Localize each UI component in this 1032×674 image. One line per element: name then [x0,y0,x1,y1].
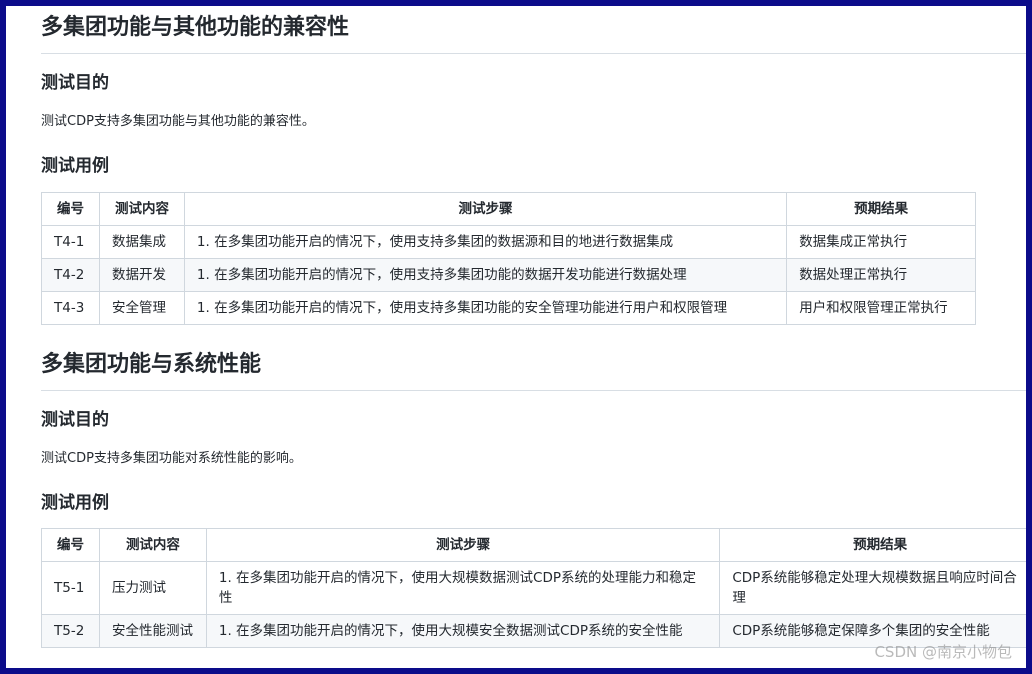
cell-id: T5-1 [41,561,100,615]
cases-heading: 测试用例 [41,156,109,176]
section-heading: 多集团功能与系统性能 [41,350,1026,391]
cell-content: 安全管理 [98,291,185,325]
cell-steps: 1. 在多集团功能开启的情况下，使用支持多集团功能的数据开发功能进行数据处理 [183,258,788,292]
col-header: 编号 [41,192,100,226]
col-header: 测试步骤 [205,528,721,562]
purpose-text: 测试CDP支持多集团功能对系统性能的影响。 [41,451,302,466]
cell-id: T4-3 [41,291,100,325]
document-page: 多集团功能与其他功能的兼容性 测试目的 测试CDP支持多集团功能与其他功能的兼容… [6,6,1026,668]
cell-expected: 用户和权限管理正常执行 [786,291,976,325]
col-header: 预期结果 [786,192,976,226]
col-header: 测试内容 [98,528,207,562]
test-case-table: 编号 测试内容 测试步骤 预期结果 T5-1 压力测试 1. 在多集团功能开启的… [41,528,1026,648]
table-row: T5-1 压力测试 1. 在多集团功能开启的情况下，使用大规模数据测试CDP系统… [41,561,1026,615]
cell-expected: 数据集成正常执行 [786,225,976,259]
purpose-heading: 测试目的 [41,410,109,430]
table-row: T4-1 数据集成 1. 在多集团功能开启的情况下，使用支持多集团的数据源和目的… [41,225,976,259]
purpose-heading: 测试目的 [41,73,109,93]
table-row: T4-2 数据开发 1. 在多集团功能开启的情况下，使用支持多集团功能的数据开发… [41,258,976,292]
cell-steps: 1. 在多集团功能开启的情况下，使用支持多集团功能的安全管理功能进行用户和权限管… [183,291,788,325]
cell-content: 压力测试 [98,561,207,615]
test-case-table: 编号 测试内容 测试步骤 预期结果 T4-1 数据集成 1. 在多集团功能开启的… [41,192,976,325]
watermark: CSDN @南京小物包 [874,643,1012,661]
cases-heading: 测试用例 [41,493,109,513]
cell-content: 数据集成 [98,225,185,259]
cell-expected: CDP系统能够稳定处理大规模数据且响应时间合理 [719,561,1026,615]
cell-id: T4-1 [41,225,100,259]
cell-id: T4-2 [41,258,100,292]
table-header-row: 编号 测试内容 测试步骤 预期结果 [41,192,976,226]
table-header-row: 编号 测试内容 测试步骤 预期结果 [41,528,1026,562]
section-heading: 多集团功能与其他功能的兼容性 [41,13,1026,54]
col-header: 测试步骤 [183,192,788,226]
table-row: T4-3 安全管理 1. 在多集团功能开启的情况下，使用支持多集团功能的安全管理… [41,291,976,325]
col-header: 编号 [41,528,100,562]
purpose-text: 测试CDP支持多集团功能与其他功能的兼容性。 [41,114,315,129]
cell-content: 安全性能测试 [98,614,207,648]
col-header: 测试内容 [98,192,185,226]
cell-id: T5-2 [41,614,100,648]
cell-content: 数据开发 [98,258,185,292]
cell-steps: 1. 在多集团功能开启的情况下，使用大规模安全数据测试CDP系统的安全性能 [205,614,721,648]
cell-steps: 1. 在多集团功能开启的情况下，使用支持多集团的数据源和目的地进行数据集成 [183,225,788,259]
cell-expected: 数据处理正常执行 [786,258,976,292]
col-header: 预期结果 [719,528,1026,562]
cell-steps: 1. 在多集团功能开启的情况下，使用大规模数据测试CDP系统的处理能力和稳定性 [205,561,721,615]
